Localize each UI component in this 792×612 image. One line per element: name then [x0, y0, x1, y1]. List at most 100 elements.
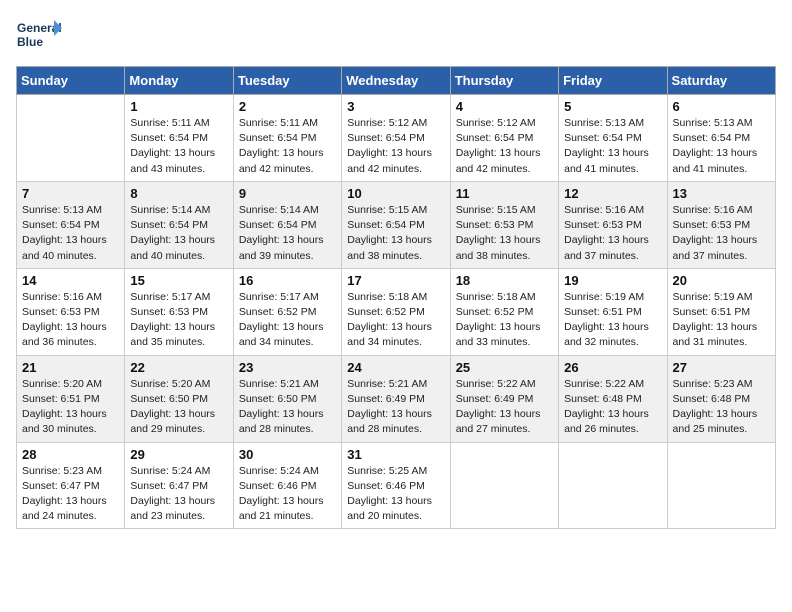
calendar-cell: 7 Sunrise: 5:13 AMSunset: 6:54 PMDaylight… — [17, 181, 125, 268]
day-number: 26 — [564, 360, 661, 375]
day-info: Sunrise: 5:24 AMSunset: 6:46 PMDaylight:… — [239, 464, 336, 525]
day-info: Sunrise: 5:22 AMSunset: 6:48 PMDaylight:… — [564, 377, 661, 438]
week-row: 1 Sunrise: 5:11 AMSunset: 6:54 PMDaylight… — [17, 95, 776, 182]
calendar-cell: 6 Sunrise: 5:13 AMSunset: 6:54 PMDaylight… — [667, 95, 775, 182]
calendar-cell: 12Sunrise: 5:16 AMSunset: 6:53 PMDayligh… — [559, 181, 667, 268]
day-info: Sunrise: 5:23 AMSunset: 6:48 PMDaylight:… — [673, 377, 770, 438]
weekday-header: Saturday — [667, 67, 775, 95]
calendar-cell: 14Sunrise: 5:16 AMSunset: 6:53 PMDayligh… — [17, 268, 125, 355]
calendar-cell: 22Sunrise: 5:20 AMSunset: 6:50 PMDayligh… — [125, 355, 233, 442]
week-row: 7 Sunrise: 5:13 AMSunset: 6:54 PMDaylight… — [17, 181, 776, 268]
calendar-header-row: SundayMondayTuesdayWednesdayThursdayFrid… — [17, 67, 776, 95]
day-number: 16 — [239, 273, 336, 288]
day-info: Sunrise: 5:15 AMSunset: 6:53 PMDaylight:… — [456, 203, 553, 264]
day-info: Sunrise: 5:23 AMSunset: 6:47 PMDaylight:… — [22, 464, 119, 525]
day-number: 30 — [239, 447, 336, 462]
day-number: 20 — [673, 273, 770, 288]
weekday-header: Wednesday — [342, 67, 450, 95]
calendar-cell: 11 Sunrise: 5:15 AMSunset: 6:53 PMDayligh… — [450, 181, 558, 268]
day-info: Sunrise: 5:16 AMSunset: 6:53 PMDaylight:… — [673, 203, 770, 264]
calendar-cell — [559, 442, 667, 529]
svg-text:Blue: Blue — [17, 35, 43, 49]
day-info: Sunrise: 5:11 AMSunset: 6:54 PMDaylight:… — [239, 116, 336, 177]
day-number: 29 — [130, 447, 227, 462]
day-number: 12 — [564, 186, 661, 201]
day-number: 4 — [456, 99, 553, 114]
calendar-cell: 21 Sunrise: 5:20 AMSunset: 6:51 PMDayligh… — [17, 355, 125, 442]
calendar-cell: 25 Sunrise: 5:22 AMSunset: 6:49 PMDayligh… — [450, 355, 558, 442]
day-info: Sunrise: 5:16 AMSunset: 6:53 PMDaylight:… — [22, 290, 119, 351]
calendar-cell: 2 Sunrise: 5:11 AMSunset: 6:54 PMDaylight… — [233, 95, 341, 182]
day-number: 27 — [673, 360, 770, 375]
calendar-cell: 1 Sunrise: 5:11 AMSunset: 6:54 PMDaylight… — [125, 95, 233, 182]
day-info: Sunrise: 5:12 AMSunset: 6:54 PMDaylight:… — [456, 116, 553, 177]
day-info: Sunrise: 5:11 AMSunset: 6:54 PMDaylight:… — [130, 116, 227, 177]
calendar-cell: 8Sunrise: 5:14 AMSunset: 6:54 PMDaylight… — [125, 181, 233, 268]
calendar-cell: 3 Sunrise: 5:12 AMSunset: 6:54 PMDaylight… — [342, 95, 450, 182]
calendar-cell — [667, 442, 775, 529]
week-row: 28Sunrise: 5:23 AMSunset: 6:47 PMDayligh… — [17, 442, 776, 529]
day-info: Sunrise: 5:24 AMSunset: 6:47 PMDaylight:… — [130, 464, 227, 525]
day-number: 1 — [130, 99, 227, 114]
calendar-cell: 15 Sunrise: 5:17 AMSunset: 6:53 PMDayligh… — [125, 268, 233, 355]
logo: General Blue — [16, 16, 66, 58]
day-number: 11 — [456, 186, 553, 201]
day-info: Sunrise: 5:13 AMSunset: 6:54 PMDaylight:… — [564, 116, 661, 177]
day-info: Sunrise: 5:21 AMSunset: 6:49 PMDaylight:… — [347, 377, 444, 438]
calendar-cell: 30 Sunrise: 5:24 AMSunset: 6:46 PMDayligh… — [233, 442, 341, 529]
day-number: 7 — [22, 186, 119, 201]
day-info: Sunrise: 5:18 AMSunset: 6:52 PMDaylight:… — [456, 290, 553, 351]
day-info: Sunrise: 5:14 AMSunset: 6:54 PMDaylight:… — [239, 203, 336, 264]
calendar-cell: 31 Sunrise: 5:25 AMSunset: 6:46 PMDayligh… — [342, 442, 450, 529]
calendar-cell: 28Sunrise: 5:23 AMSunset: 6:47 PMDayligh… — [17, 442, 125, 529]
calendar-cell: 18 Sunrise: 5:18 AMSunset: 6:52 PMDayligh… — [450, 268, 558, 355]
day-info: Sunrise: 5:21 AMSunset: 6:50 PMDaylight:… — [239, 377, 336, 438]
day-info: Sunrise: 5:13 AMSunset: 6:54 PMDaylight:… — [673, 116, 770, 177]
day-number: 2 — [239, 99, 336, 114]
day-info: Sunrise: 5:25 AMSunset: 6:46 PMDaylight:… — [347, 464, 444, 525]
calendar-cell: 19 Sunrise: 5:19 AMSunset: 6:51 PMDayligh… — [559, 268, 667, 355]
day-info: Sunrise: 5:14 AMSunset: 6:54 PMDaylight:… — [130, 203, 227, 264]
weekday-header: Tuesday — [233, 67, 341, 95]
day-number: 19 — [564, 273, 661, 288]
day-info: Sunrise: 5:19 AMSunset: 6:51 PMDaylight:… — [564, 290, 661, 351]
day-number: 23 — [239, 360, 336, 375]
day-number: 22 — [130, 360, 227, 375]
page-header: General Blue — [16, 16, 776, 58]
day-info: Sunrise: 5:12 AMSunset: 6:54 PMDaylight:… — [347, 116, 444, 177]
day-info: Sunrise: 5:22 AMSunset: 6:49 PMDaylight:… — [456, 377, 553, 438]
day-number: 6 — [673, 99, 770, 114]
calendar-cell: 13 Sunrise: 5:16 AMSunset: 6:53 PMDayligh… — [667, 181, 775, 268]
day-info: Sunrise: 5:17 AMSunset: 6:52 PMDaylight:… — [239, 290, 336, 351]
day-number: 3 — [347, 99, 444, 114]
calendar-cell: 24 Sunrise: 5:21 AMSunset: 6:49 PMDayligh… — [342, 355, 450, 442]
calendar-cell: 5 Sunrise: 5:13 AMSunset: 6:54 PMDaylight… — [559, 95, 667, 182]
calendar-cell: 17 Sunrise: 5:18 AMSunset: 6:52 PMDayligh… — [342, 268, 450, 355]
day-number: 5 — [564, 99, 661, 114]
calendar-table: SundayMondayTuesdayWednesdayThursdayFrid… — [16, 66, 776, 529]
day-info: Sunrise: 5:18 AMSunset: 6:52 PMDaylight:… — [347, 290, 444, 351]
calendar-cell: 9Sunrise: 5:14 AMSunset: 6:54 PMDaylight… — [233, 181, 341, 268]
day-number: 25 — [456, 360, 553, 375]
weekday-header: Friday — [559, 67, 667, 95]
day-number: 21 — [22, 360, 119, 375]
day-number: 24 — [347, 360, 444, 375]
day-info: Sunrise: 5:17 AMSunset: 6:53 PMDaylight:… — [130, 290, 227, 351]
day-info: Sunrise: 5:13 AMSunset: 6:54 PMDaylight:… — [22, 203, 119, 264]
weekday-header: Thursday — [450, 67, 558, 95]
day-number: 13 — [673, 186, 770, 201]
day-info: Sunrise: 5:20 AMSunset: 6:51 PMDaylight:… — [22, 377, 119, 438]
day-number: 18 — [456, 273, 553, 288]
day-number: 10 — [347, 186, 444, 201]
calendar-cell: 16 Sunrise: 5:17 AMSunset: 6:52 PMDayligh… — [233, 268, 341, 355]
calendar-cell: 23 Sunrise: 5:21 AMSunset: 6:50 PMDayligh… — [233, 355, 341, 442]
calendar-cell: 20Sunrise: 5:19 AMSunset: 6:51 PMDayligh… — [667, 268, 775, 355]
day-number: 15 — [130, 273, 227, 288]
day-number: 31 — [347, 447, 444, 462]
day-info: Sunrise: 5:15 AMSunset: 6:54 PMDaylight:… — [347, 203, 444, 264]
week-row: 21 Sunrise: 5:20 AMSunset: 6:51 PMDayligh… — [17, 355, 776, 442]
weekday-header: Monday — [125, 67, 233, 95]
day-number: 17 — [347, 273, 444, 288]
calendar-cell: 27 Sunrise: 5:23 AMSunset: 6:48 PMDayligh… — [667, 355, 775, 442]
weekday-header: Sunday — [17, 67, 125, 95]
